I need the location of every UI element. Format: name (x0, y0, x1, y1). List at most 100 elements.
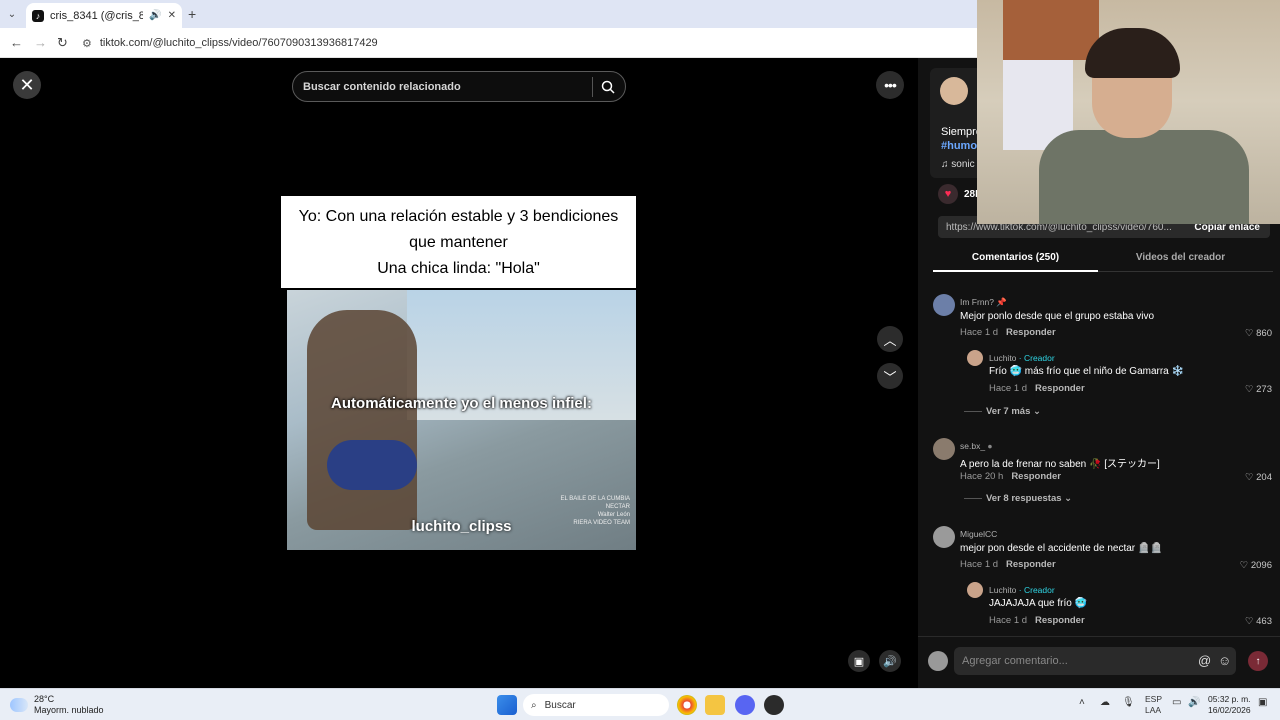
file-explorer-icon[interactable] (705, 695, 725, 715)
comment-username[interactable]: se.bx_ ● (960, 441, 993, 451)
wifi-icon[interactable]: ▭ (1172, 697, 1181, 708)
video-guitar (327, 440, 417, 490)
comment-text: mejor pon desde el accidente de nectar 🪦… (960, 543, 1163, 554)
back-icon[interactable]: ← (10, 35, 23, 50)
heart-icon[interactable]: ♥ (938, 184, 958, 204)
reply-button[interactable]: Responder (1035, 615, 1085, 626)
creator-badge: · Creador (1018, 353, 1055, 363)
comment-text: JAJAJAJA que frío 🥶 (989, 598, 1088, 609)
username-text: Luchito (989, 585, 1017, 595)
comment-time: Hace 1 d (960, 327, 999, 338)
comment-time: Hace 20 h (960, 471, 1004, 482)
tab-comments[interactable]: Comentarios (250) (933, 252, 1098, 263)
next-video-icon[interactable]: ﹀ (877, 363, 903, 389)
comment-like[interactable]: ♡ 273 (1245, 384, 1272, 395)
verified-icon: ● (987, 441, 993, 451)
address-bar[interactable]: ⚙ tiktok.com/@luchito_clipss/video/76070… (82, 32, 982, 54)
comment-username[interactable]: Luchito · Creador (989, 585, 1055, 595)
previous-video-icon[interactable]: ︿ (877, 326, 903, 352)
comment-meta: Hace 1 d Responder (989, 383, 1085, 394)
comment-like-count: 2096 (1250, 560, 1272, 571)
view-more-label: Ver 8 respuestas (986, 493, 1062, 504)
view-more-replies[interactable]: Ver 7 más ⌄ (964, 406, 1041, 417)
credit-line: EL BAILE DE LA CUMBIA (560, 496, 630, 502)
comment-like-count: 463 (1256, 616, 1272, 627)
reply-button[interactable]: Responder (1006, 327, 1056, 338)
panel-tabs: Comentarios (250) Videos del creador (933, 246, 1273, 272)
app-icon[interactable] (764, 695, 784, 715)
mic-icon[interactable]: 🎙 (1122, 697, 1135, 708)
weather-widget[interactable]: 28°C Mayorm. nublado (10, 694, 104, 716)
reply-button[interactable]: Responder (1006, 559, 1056, 570)
discord-icon[interactable] (735, 695, 755, 715)
notification-icon[interactable]: ▣ (1258, 697, 1267, 708)
new-tab-icon[interactable]: + (188, 6, 196, 22)
start-icon[interactable] (497, 695, 517, 715)
site-info-icon[interactable]: ⚙ (82, 37, 92, 50)
video-frame: Automáticamente yo el menos infiel: EL B… (287, 290, 636, 550)
taskbar-search[interactable]: ⌕ Buscar (523, 694, 669, 716)
search-divider (592, 76, 593, 97)
tray-overflow-icon[interactable]: ˄ (1079, 697, 1085, 708)
creator-reply-avatar[interactable] (967, 350, 983, 366)
cloud-icon (10, 698, 28, 712)
comment-time: Hace 1 d (989, 383, 1028, 394)
volume-tray-icon[interactable]: 🔊 (1188, 697, 1200, 708)
more-options-icon[interactable]: ••• (876, 71, 904, 99)
caption-line-1: Yo: Con una relación estable y 3 bendici… (298, 208, 619, 251)
pin-icon: 📌 (996, 297, 1007, 307)
credit-line: NECTAR (605, 504, 630, 510)
reply-button[interactable]: Responder (1011, 471, 1061, 482)
clock[interactable]: 05:32 p. m. 16/02/2026 (1208, 694, 1251, 716)
tab-search-icon[interactable]: ⌄ (4, 6, 20, 22)
comment-username[interactable]: Im Frnn? 📌 (960, 297, 1007, 308)
speaker-icon[interactable]: 🔊 (149, 10, 161, 21)
close-icon[interactable]: ✕ (13, 71, 41, 99)
commenter-avatar[interactable] (933, 526, 955, 548)
tab-creator-videos[interactable]: Videos del creador (1098, 252, 1263, 263)
comment-like-count: 273 (1256, 384, 1272, 395)
caption-line-2: Una chica linda: "Hola" (377, 260, 540, 277)
video-player[interactable]: Yo: Con una relación estable y 3 bendici… (281, 108, 636, 688)
language-indicator[interactable]: ESP LAA (1145, 694, 1162, 716)
comment-username[interactable]: MiguelCC (960, 529, 997, 539)
video-overlay-text: Automáticamente yo el menos infiel: (331, 395, 592, 412)
comment-like[interactable]: ♡ 2096 (1240, 560, 1272, 571)
comment-input[interactable]: Agregar comentario... (954, 647, 1236, 675)
mention-icon[interactable]: @ (1198, 653, 1211, 668)
music-link[interactable]: ♫ sonic (941, 159, 975, 170)
like-control[interactable]: ♥ 28K (938, 184, 982, 204)
comment-text: Frío 🥶 más frío que el niño de Gamarra ❄… (989, 366, 1184, 377)
emoji-icon[interactable]: ☺ (1218, 653, 1231, 668)
creator-avatar[interactable] (940, 77, 968, 105)
hashtag-link[interactable]: #humo (941, 139, 982, 153)
commenter-avatar[interactable] (933, 294, 955, 316)
forward-icon[interactable]: → (34, 35, 47, 50)
url-text: tiktok.com/@luchito_clipss/video/7607090… (99, 37, 378, 49)
comment-like[interactable]: ♡ 204 (1245, 472, 1272, 483)
reload-icon[interactable]: ↻ (57, 35, 68, 51)
send-icon[interactable]: ↑ (1248, 651, 1268, 671)
comment-like[interactable]: ♡ 463 (1245, 616, 1272, 627)
temperature: 28°C (34, 694, 55, 704)
view-more-replies[interactable]: Ver 8 respuestas ⌄ (964, 493, 1072, 504)
pip-icon[interactable]: ▣ (848, 650, 870, 672)
windows-taskbar: 28°C Mayorm. nublado ⌕ Buscar ˄ ☁ 🎙 ESP … (0, 688, 1280, 720)
network-tray-icon[interactable]: ☁ (1100, 697, 1110, 708)
commenter-avatar[interactable] (933, 438, 955, 460)
person-shirt (1039, 130, 1249, 224)
chrome-icon[interactable] (677, 695, 697, 715)
comment-like-count: 204 (1256, 472, 1272, 483)
reply-button[interactable]: Responder (1035, 383, 1085, 394)
comment-text: A pero la de frenar no saben 🥀 [ステッカー] (960, 459, 1160, 470)
browser-tab[interactable]: ♪ cris_8341 (@cris_8341) | Tik 🔊 ✕ (26, 3, 182, 28)
search-icon[interactable] (601, 80, 615, 94)
creator-badge: · Creador (1018, 585, 1055, 595)
volume-icon[interactable]: 🔊 (879, 650, 901, 672)
creator-reply-avatar[interactable] (967, 582, 983, 598)
comment-like[interactable]: ♡ 860 (1245, 328, 1272, 339)
comment-username[interactable]: Luchito · Creador (989, 353, 1055, 363)
close-tab-icon[interactable]: ✕ (168, 10, 176, 21)
taskbar-search-label: Buscar (544, 699, 576, 711)
related-search-input[interactable]: Buscar contenido relacionado (292, 71, 626, 102)
